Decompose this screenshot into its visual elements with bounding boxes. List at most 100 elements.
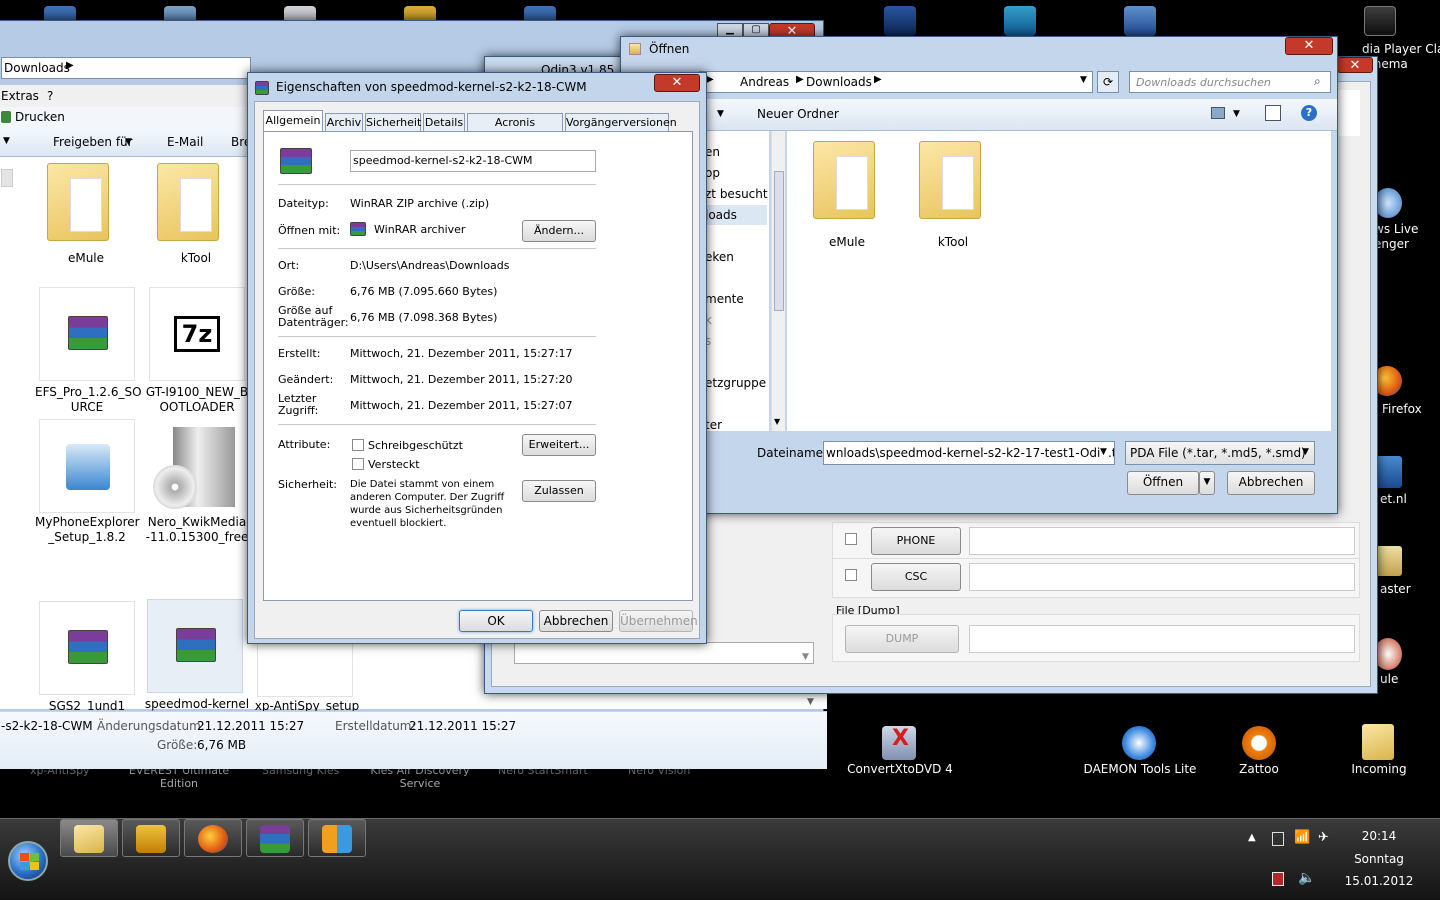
nav-item-1[interactable]: en [705,145,720,159]
scroll-down-icon[interactable]: ▼ [774,417,780,426]
nav-item-network[interactable]: etzgruppe [705,376,766,390]
clock-date[interactable]: 15.01.2012 [1344,874,1414,888]
breadcrumb-downloads[interactable]: Downloads [806,75,872,89]
open-search-input[interactable]: Downloads durchsuchen ⌕ [1129,71,1331,93]
tab-previous-versions[interactable]: Vorgängerversionen [565,113,677,132]
messenger-icon[interactable] [1374,188,1402,218]
open-address-bar[interactable]: ▶ Andreas ▶ Downloads ▶ ▼ [699,71,1093,93]
device-icon[interactable] [1272,832,1284,846]
odin-log-field[interactable] [514,642,814,664]
close-button[interactable]: ✕ [654,74,700,92]
tab-security[interactable]: Sicherheit [365,113,421,132]
phone-checkbox[interactable] [845,533,857,545]
incoming-folder-icon[interactable] [1362,724,1394,760]
change-button[interactable]: Ändern... [522,220,596,242]
taskbar-firefox[interactable] [184,819,242,857]
csc-path-field[interactable] [969,563,1355,591]
tab-archive[interactable]: Archiv [325,113,363,132]
nav-scrollbar[interactable]: ▼ [771,131,785,431]
taskbar-winrar[interactable] [246,819,304,857]
cancel-button[interactable]: Abbrechen [539,610,613,632]
folder-icon[interactable] [813,141,875,219]
desktop-icon-samsung[interactable] [1116,0,1164,40]
app-icon[interactable] [1374,546,1402,576]
apply-button[interactable]: Übernehmen [619,610,698,632]
show-hidden-icons[interactable]: ▲ [1248,832,1256,843]
filetype-select[interactable]: PDA File (*.tar, *.md5, *.smd) ▼ [1125,441,1315,465]
phone-path-field[interactable] [969,527,1355,555]
volume-icon[interactable]: 🔈 [1298,870,1315,886]
csc-checkbox[interactable] [845,569,857,581]
toolbar-email[interactable]: E-Mail [167,135,203,149]
close-button[interactable]: ✕ [1285,37,1333,55]
taskbar-explorer[interactable] [60,819,118,857]
refresh-icon[interactable]: ⟳ [1097,71,1119,93]
open-dropdown-button[interactable]: ▼ [1199,471,1215,495]
dump-path-field[interactable] [969,625,1355,653]
daemon-tools-icon[interactable] [1122,726,1156,760]
phone-button[interactable]: PHONE [871,527,961,555]
chevron-down-icon[interactable]: ▼ [1080,75,1087,85]
desktop-icon-mpc[interactable] [1356,0,1404,40]
nero-box-icon[interactable] [147,425,243,513]
dump-button[interactable]: DUMP [845,625,959,653]
menu-help[interactable]: ? [47,89,53,103]
scrollbar-stub[interactable] [1,169,13,187]
tab-details[interactable]: Details [423,113,465,132]
nav-item-downloads[interactable]: loads [705,208,737,222]
tab-acronis[interactable]: Acronis Recovery [467,113,563,146]
print-button[interactable]: Drucken [15,110,65,124]
menu-extras[interactable]: Extras [1,89,39,103]
nav-item-10[interactable]: ter [705,418,722,432]
toolbar-share[interactable]: Freigeben für [53,135,133,149]
breadcrumb-andreas[interactable]: Andreas [740,75,789,89]
cancel-button[interactable]: Abbrechen [1227,471,1315,495]
convertxtodvd-icon[interactable]: X [882,726,916,760]
start-button[interactable] [8,841,48,881]
csc-button[interactable]: CSC [871,563,961,591]
preview-pane-icon[interactable] [1265,105,1281,121]
nav-item-documents[interactable]: mente [705,292,744,306]
help-icon[interactable]: ? [1301,105,1317,121]
scrollbar-thumb[interactable] [774,171,784,311]
file-tile-speedmod[interactable] [147,599,243,693]
view-icon[interactable] [1211,107,1225,119]
file-tile-efs[interactable] [39,287,135,381]
chevron-down-icon[interactable]: ▼ [1100,447,1107,457]
close-button[interactable]: ✕ [1337,57,1373,73]
file-tile-sgs2[interactable] [39,601,135,695]
folder-icon[interactable] [47,163,109,241]
nav-item-recent[interactable]: zt besucht [705,187,768,201]
taskbar-outlook[interactable] [122,819,180,857]
emule-icon[interactable] [1374,638,1402,670]
desktop-icon-app2[interactable] [996,0,1044,40]
nav-item-libraries[interactable]: eken [705,250,734,264]
folder-icon[interactable] [919,141,981,219]
open-button[interactable]: Öffnen [1127,471,1199,495]
folder-icon[interactable] [157,163,219,241]
clock-day[interactable]: Sonntag [1344,852,1414,866]
scroll-down-icon[interactable]: ▼ [807,697,814,707]
clock-time[interactable]: 20:14 [1344,829,1414,843]
shield-icon[interactable] [1272,872,1284,886]
unblock-button[interactable]: Zulassen [522,480,596,502]
chevron-down-icon[interactable]: ▼ [1233,109,1240,119]
network-icon[interactable]: 📶 [1294,830,1310,845]
hidden-checkbox[interactable] [352,458,364,470]
filename-input[interactable]: wnloads\speedmod-kernel-s2-k2-17-test1-O… [823,441,1115,465]
advanced-button[interactable]: Erweitert... [522,434,596,456]
desktop-icon-photoshop[interactable] [876,0,924,40]
taskbar-app[interactable] [308,819,366,857]
file-tile-gt[interactable]: 7z [149,287,245,381]
filename-field[interactable]: speedmod-kernel-s2-k2-18-CWM [350,150,596,172]
nav-item-2[interactable]: op [705,166,720,180]
new-folder-button[interactable]: Neuer Ordner [757,107,839,121]
readonly-checkbox[interactable] [352,439,364,451]
zattoo-icon[interactable] [1242,726,1276,760]
explorer-address-bar[interactable]: Downloads ▶ [1,57,251,79]
scroll-down-icon[interactable]: ▼ [802,652,809,662]
tab-general[interactable]: Allgemein [263,110,323,132]
ok-button[interactable]: OK [459,610,533,632]
tray-app-icon[interactable]: ✈ [1318,830,1329,845]
file-tile-myphone[interactable] [39,419,135,513]
